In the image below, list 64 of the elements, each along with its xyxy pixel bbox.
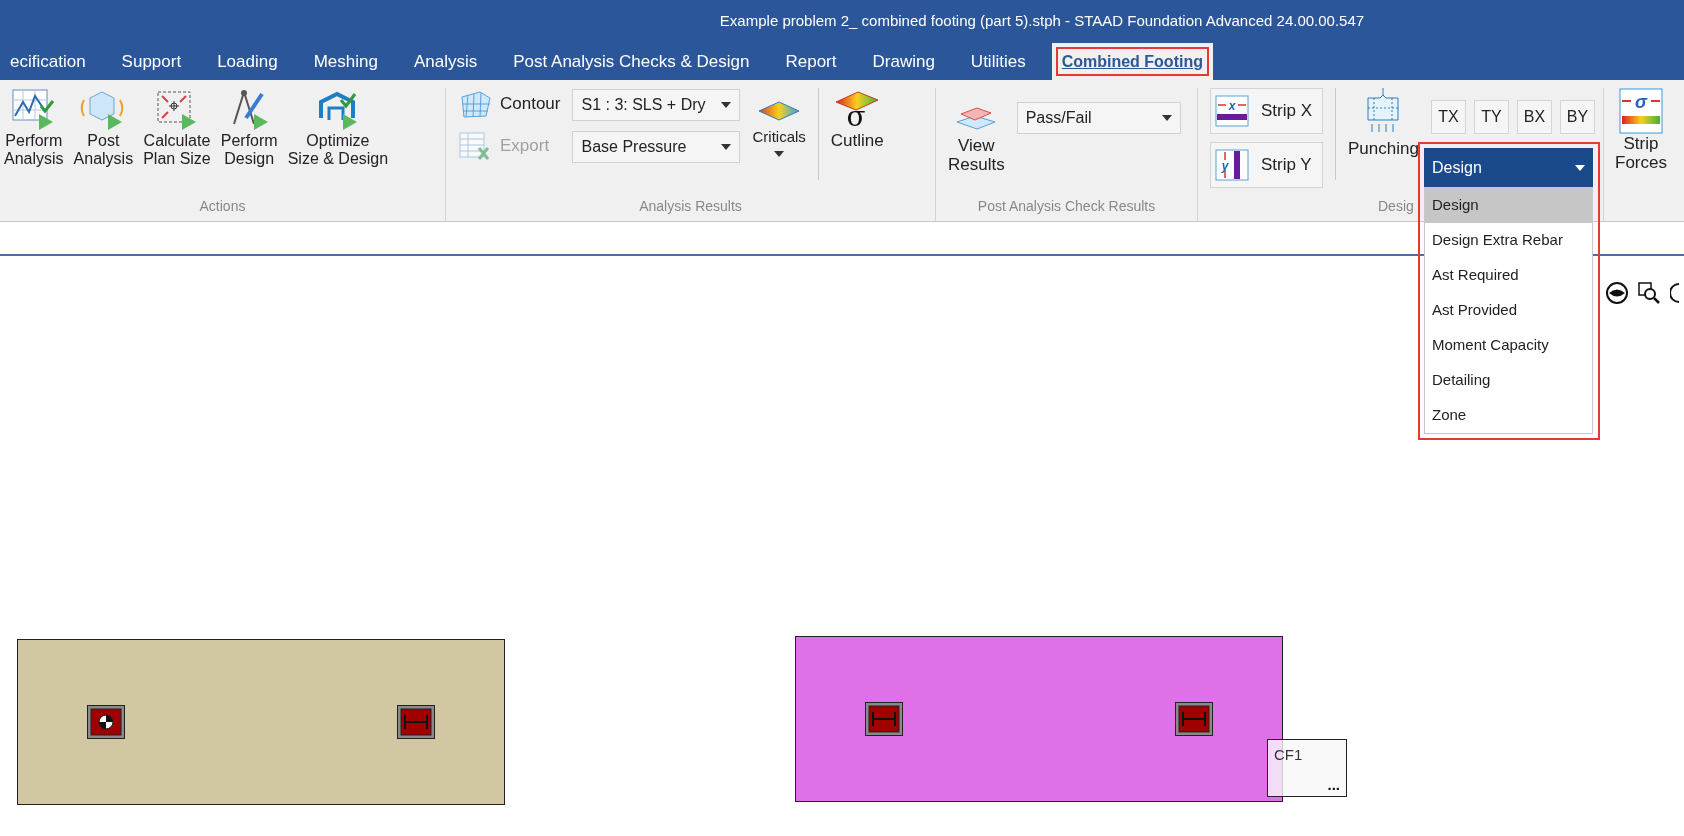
caret-icon — [721, 102, 732, 108]
view-results-button[interactable]: View Results — [948, 102, 1005, 174]
dropdown-option[interactable]: Detailing — [1425, 363, 1592, 398]
ribbon-tab[interactable]: Drawing — [854, 43, 953, 80]
caret-icon — [1161, 115, 1172, 121]
punching-button[interactable]: Punching — [1348, 88, 1419, 162]
column-icon — [397, 705, 435, 739]
dropdown-option[interactable]: Ast Required — [1425, 258, 1592, 293]
column-icon — [865, 702, 903, 736]
view-button[interactable]: BX — [1516, 100, 1552, 134]
ribbon-button[interactable]: Post Analysis — [71, 88, 136, 168]
grid-surface-icon — [458, 89, 492, 119]
strip-button[interactable]: x Strip X — [1210, 88, 1324, 134]
criticals-button[interactable]: Criticals — [752, 88, 806, 157]
column-icon — [1175, 702, 1213, 736]
view-button[interactable]: TX — [1430, 100, 1466, 134]
ribbon-tab[interactable]: ecification — [0, 43, 104, 80]
ribbon-button[interactable]: Perform Design — [218, 88, 280, 168]
ribbon-tab[interactable]: Analysis — [395, 43, 496, 80]
dropdown-option[interactable]: Design Extra Rebar — [1425, 223, 1592, 258]
caret-icon — [1575, 164, 1585, 171]
group-label: Actions — [198, 197, 247, 216]
column-origin-icon — [87, 705, 125, 739]
dropdown-option[interactable]: Zone — [1425, 398, 1592, 433]
group-label: Analysis Results — [638, 197, 743, 216]
group-label: Desig — [1378, 197, 1414, 216]
diamond-icon — [757, 100, 802, 122]
dropdown-option[interactable]: Moment Capacity — [1425, 328, 1592, 363]
tag-label: CF1 — [1274, 745, 1304, 765]
dropdown-select[interactable]: Base Pressure — [572, 131, 741, 163]
strip-button[interactable]: y Strip Y — [1210, 142, 1324, 188]
strip-forces-icon: σ — [1619, 88, 1663, 134]
contour-button[interactable]: Contour — [458, 88, 561, 120]
ribbon-button[interactable]: Calculate Plan Size — [141, 88, 213, 168]
mode-dropdown[interactable]: Design — [1424, 148, 1593, 187]
ribbon-tab[interactable]: Loading — [199, 43, 296, 80]
dropdown-option[interactable]: Design — [1425, 188, 1592, 223]
dropdown-option[interactable]: Ast Provided — [1425, 293, 1592, 328]
caret-icon — [721, 144, 732, 150]
zoom-window-icon[interactable] — [1638, 282, 1660, 304]
ribbon-tab[interactable]: Support — [103, 43, 200, 80]
window-title: Example problem 2_ combined footing (part 5).stph - STAAD Foundation Advanced 24.00.00.547 — [719, 11, 1365, 32]
strip-x-icon: x — [1215, 95, 1249, 127]
dropdown-select[interactable]: S1 : 3: SLS + Dry — [572, 89, 741, 121]
arc-icon[interactable] — [1670, 282, 1680, 304]
caret-icon — [774, 150, 785, 157]
eye-icon[interactable] — [1606, 282, 1628, 304]
group-label: Post Analysis Check Results — [976, 197, 1157, 216]
ribbon-tab[interactable]: Utilities — [952, 43, 1044, 80]
ribbon-tab[interactable]: Meshing — [295, 43, 396, 80]
ribbon-button[interactable]: Optimize Size & Design — [285, 88, 391, 168]
view-button[interactable]: TY — [1473, 100, 1509, 134]
ribbon-button[interactable]: Perform Analysis — [2, 88, 66, 168]
cutline-button[interactable]: σ Cutline — [830, 88, 884, 154]
strip-forces-button[interactable]: σ Strip Forces — [1604, 88, 1678, 172]
ribbon-tab[interactable]: Report — [767, 43, 855, 80]
view-button[interactable]: BY — [1559, 100, 1595, 134]
strip-y-icon: y — [1215, 149, 1249, 181]
chart-play-icon — [10, 88, 57, 132]
ribbon-tab[interactable]: Combined Footing — [1051, 43, 1213, 80]
more-button[interactable]: ... — [1327, 778, 1340, 792]
spreadsheet-icon — [458, 131, 492, 161]
dropdown-select[interactable]: Pass/Fail — [1016, 102, 1181, 134]
ribbon-tab[interactable]: Post Analysis Checks & Design — [495, 43, 768, 80]
